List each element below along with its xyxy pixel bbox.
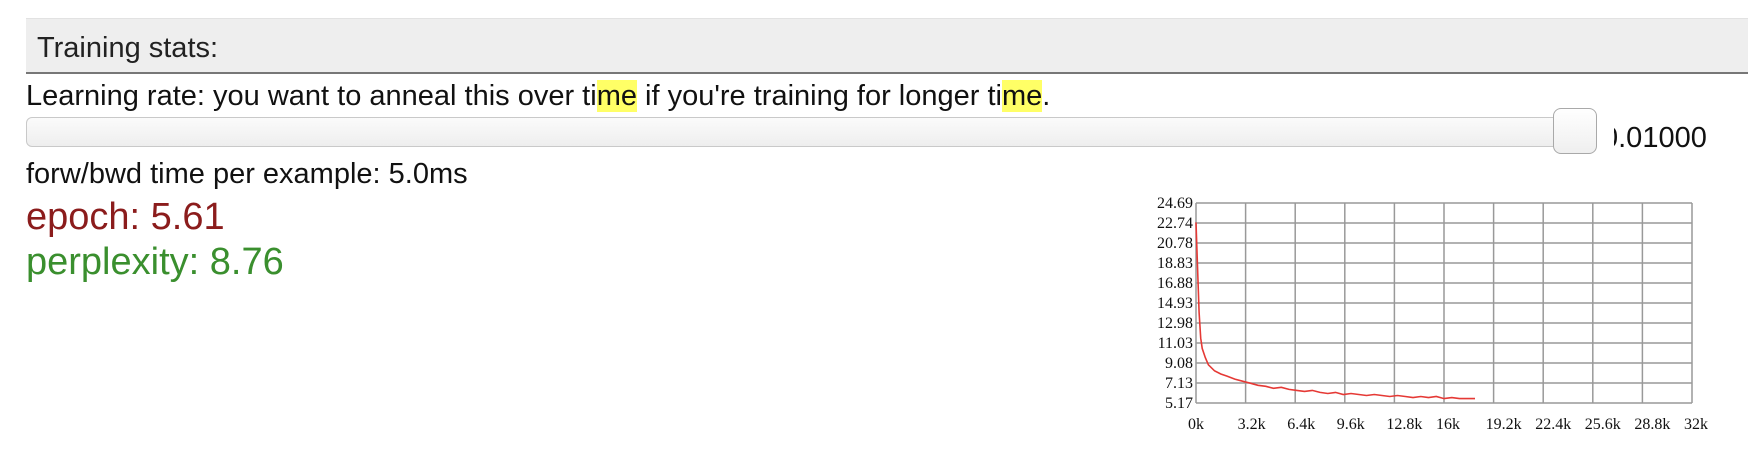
y-tick-label: 18.83: [1157, 255, 1193, 272]
y-tick-label: 12.98: [1157, 315, 1193, 332]
x-tick-label: 25.6k: [1585, 416, 1621, 433]
y-tick-label: 7.13: [1165, 375, 1193, 392]
x-tick-label: 3.2k: [1238, 416, 1266, 433]
y-tick-label: 11.03: [1158, 335, 1193, 352]
series-line: [1195, 222, 1475, 400]
x-tick-label: 9.6k: [1337, 416, 1365, 433]
x-tick-label: 12.8k: [1386, 416, 1422, 433]
x-tick-label: 6.4k: [1287, 416, 1315, 433]
epoch-stat: epoch: 5.61: [26, 196, 225, 238]
learning-rate-value: 0.01000: [1602, 122, 1707, 154]
search-highlight: me: [1001, 80, 1043, 112]
slider-handle[interactable]: [1553, 108, 1597, 154]
y-tick-label: 9.08: [1165, 355, 1193, 372]
y-tick-label: 20.78: [1157, 235, 1193, 252]
perplexity-stat: perplexity: 8.76: [26, 241, 284, 283]
forward-backward-time: forw/bwd time per example: 5.0ms: [26, 158, 468, 190]
x-tick-label: 19.2k: [1486, 416, 1522, 433]
y-tick-label: 22.74: [1157, 215, 1193, 232]
section-header: Training stats:: [26, 18, 1748, 74]
lr-desc-part: Learning rate: you want to anneal this o…: [26, 80, 597, 112]
perplexity-chart: 0k 3.2k 6.4k 9.6k 12.8k 16k 19.2k 22.4k 25.6k 28.…: [1157, 195, 1708, 433]
learning-rate-description: Learning rate: you want to anneal this o…: [26, 80, 1050, 113]
section-title: Training stats:: [37, 32, 219, 64]
y-tick-label: 5.17: [1165, 395, 1193, 412]
lr-desc-part: .: [1042, 80, 1051, 112]
y-tick-label: 14.93: [1157, 295, 1193, 312]
y-tick-label: 16.88: [1157, 275, 1193, 292]
lr-desc-part: if you're training for longer ti: [636, 80, 1002, 112]
x-tick-label: 28.8k: [1634, 416, 1670, 433]
x-tick-label: 22.4k: [1535, 416, 1571, 433]
learning-rate-slider[interactable]: [26, 117, 1586, 147]
x-tick-label: 16k: [1436, 416, 1460, 433]
y-tick-label: 24.69: [1157, 195, 1193, 212]
search-highlight: me: [596, 80, 637, 112]
x-tick-label: 0k: [1188, 416, 1204, 433]
value-overlap: [1598, 120, 1614, 156]
x-tick-label: 32k: [1684, 416, 1708, 433]
